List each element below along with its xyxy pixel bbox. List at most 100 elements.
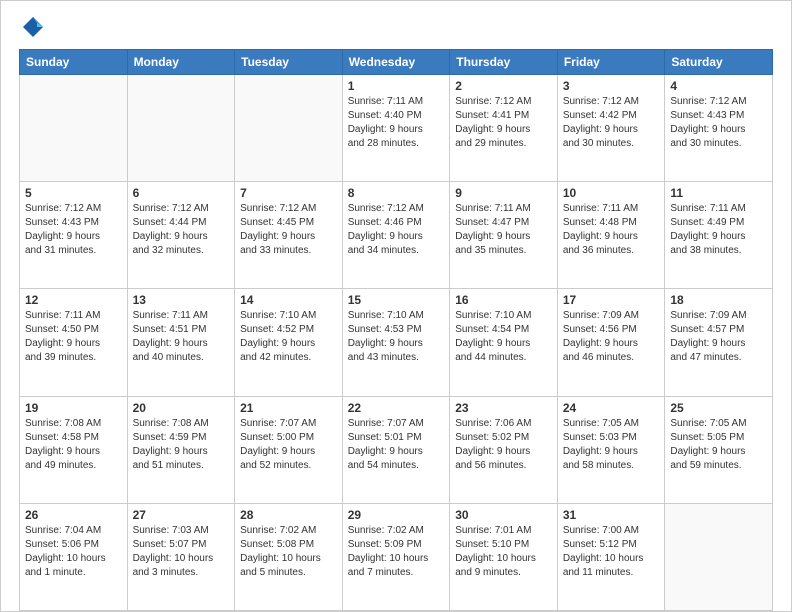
day-number: 27 — [133, 508, 230, 522]
calendar-cell: 31 Sunrise: 7:00 AM Sunset: 5:12 PM Dayli… — [557, 503, 665, 610]
day-info: Sunrise: 7:10 AM Sunset: 4:54 PM Dayligh… — [455, 309, 552, 365]
day-info: Sunrise: 7:12 AM Sunset: 4:43 PM Dayligh… — [670, 95, 767, 151]
logo-icon — [19, 13, 47, 41]
day-info: Sunrise: 7:05 AM Sunset: 5:03 PM Dayligh… — [563, 417, 660, 473]
calendar-cell: 20Sunrise: 7:08 AM Sunset: 4:59 PM Dayli… — [127, 396, 235, 503]
days-of-week-row: SundayMondayTuesdayWednesdayThursdayFrid… — [20, 50, 773, 75]
day-of-week-header: Thursday — [450, 50, 558, 75]
day-info: Sunrise: 7:04 AM Sunset: 5:06 PM Dayligh… — [25, 524, 122, 580]
calendar-table: SundayMondayTuesdayWednesdayThursdayFrid… — [19, 49, 773, 611]
calendar-cell: 27 Sunrise: 7:03 AM Sunset: 5:07 PM Dayli… — [127, 503, 235, 610]
calendar-cell: 17 Sunrise: 7:09 AM Sunset: 4:56 PM Dayli… — [557, 289, 665, 396]
logo — [19, 13, 51, 41]
day-info: Sunrise: 7:12 AM Sunset: 4:41 PM Dayligh… — [455, 95, 552, 151]
calendar-cell — [665, 503, 773, 610]
day-number: 13 — [133, 293, 230, 307]
day-info: Sunrise: 7:10 AM Sunset: 4:53 PM Dayligh… — [348, 309, 445, 365]
day-number: 28 — [240, 508, 337, 522]
day-number: 14 — [240, 293, 337, 307]
day-number: 8 — [348, 186, 445, 200]
calendar-page: SundayMondayTuesdayWednesdayThursdayFrid… — [0, 0, 792, 612]
day-number: 16 — [455, 293, 552, 307]
calendar-cell: 22 Sunrise: 7:07 AM Sunset: 5:01 PM Dayli… — [342, 396, 450, 503]
day-info: Sunrise: 7:10 AM Sunset: 4:52 PM Dayligh… — [240, 309, 337, 365]
day-info: Sunrise: 7:12 AM Sunset: 4:44 PM Dayligh… — [133, 202, 230, 258]
calendar-cell: 23 Sunrise: 7:06 AM Sunset: 5:02 PM Dayli… — [450, 396, 558, 503]
calendar-header — [1, 1, 791, 49]
calendar-cell: 18Sunrise: 7:09 AM Sunset: 4:57 PM Dayli… — [665, 289, 773, 396]
calendar-cell: 3 Sunrise: 7:12 AM Sunset: 4:42 PM Daylig… — [557, 75, 665, 182]
calendar-cell: 16 Sunrise: 7:10 AM Sunset: 4:54 PM Dayli… — [450, 289, 558, 396]
day-number: 26 — [25, 508, 122, 522]
day-number: 22 — [348, 401, 445, 415]
calendar-body: 1 Sunrise: 7:11 AM Sunset: 4:40 PM Daylig… — [20, 75, 773, 611]
day-number: 1 — [348, 79, 445, 93]
calendar-cell: 7 Sunrise: 7:12 AM Sunset: 4:45 PM Daylig… — [235, 182, 343, 289]
day-info: Sunrise: 7:00 AM Sunset: 5:12 PM Dayligh… — [563, 524, 660, 580]
calendar-cell: 1 Sunrise: 7:11 AM Sunset: 4:40 PM Daylig… — [342, 75, 450, 182]
day-number: 12 — [25, 293, 122, 307]
day-info: Sunrise: 7:12 AM Sunset: 4:45 PM Dayligh… — [240, 202, 337, 258]
day-info: Sunrise: 7:07 AM Sunset: 5:01 PM Dayligh… — [348, 417, 445, 473]
day-of-week-header: Friday — [557, 50, 665, 75]
day-info: Sunrise: 7:11 AM Sunset: 4:51 PM Dayligh… — [133, 309, 230, 365]
day-info: Sunrise: 7:11 AM Sunset: 4:48 PM Dayligh… — [563, 202, 660, 258]
calendar-cell: 30Sunrise: 7:01 AM Sunset: 5:10 PM Dayli… — [450, 503, 558, 610]
day-of-week-header: Tuesday — [235, 50, 343, 75]
day-number: 23 — [455, 401, 552, 415]
day-info: Sunrise: 7:12 AM Sunset: 4:46 PM Dayligh… — [348, 202, 445, 258]
day-number: 31 — [563, 508, 660, 522]
calendar-cell: 11 Sunrise: 7:11 AM Sunset: 4:49 PM Dayli… — [665, 182, 773, 289]
calendar-cell: 26 Sunrise: 7:04 AM Sunset: 5:06 PM Dayli… — [20, 503, 128, 610]
day-number: 9 — [455, 186, 552, 200]
day-info: Sunrise: 7:11 AM Sunset: 4:50 PM Dayligh… — [25, 309, 122, 365]
day-info: Sunrise: 7:11 AM Sunset: 4:49 PM Dayligh… — [670, 202, 767, 258]
calendar-header-row: SundayMondayTuesdayWednesdayThursdayFrid… — [20, 50, 773, 75]
day-info: Sunrise: 7:12 AM Sunset: 4:42 PM Dayligh… — [563, 95, 660, 151]
day-number: 10 — [563, 186, 660, 200]
calendar-week-row: 5 Sunrise: 7:12 AM Sunset: 4:43 PM Daylig… — [20, 182, 773, 289]
calendar-cell: 28 Sunrise: 7:02 AM Sunset: 5:08 PM Dayli… — [235, 503, 343, 610]
day-number: 17 — [563, 293, 660, 307]
calendar-cell: 6 Sunrise: 7:12 AM Sunset: 4:44 PM Daylig… — [127, 182, 235, 289]
day-info: Sunrise: 7:02 AM Sunset: 5:09 PM Dayligh… — [348, 524, 445, 580]
day-number: 3 — [563, 79, 660, 93]
day-number: 29 — [348, 508, 445, 522]
day-of-week-header: Sunday — [20, 50, 128, 75]
day-info: Sunrise: 7:03 AM Sunset: 5:07 PM Dayligh… — [133, 524, 230, 580]
day-number: 5 — [25, 186, 122, 200]
calendar-week-row: 1 Sunrise: 7:11 AM Sunset: 4:40 PM Daylig… — [20, 75, 773, 182]
day-info: Sunrise: 7:09 AM Sunset: 4:56 PM Dayligh… — [563, 309, 660, 365]
calendar-cell: 24 Sunrise: 7:05 AM Sunset: 5:03 PM Dayli… — [557, 396, 665, 503]
day-info: Sunrise: 7:02 AM Sunset: 5:08 PM Dayligh… — [240, 524, 337, 580]
calendar-cell: 21 Sunrise: 7:07 AM Sunset: 5:00 PM Dayli… — [235, 396, 343, 503]
day-number: 24 — [563, 401, 660, 415]
day-info: Sunrise: 7:06 AM Sunset: 5:02 PM Dayligh… — [455, 417, 552, 473]
day-number: 6 — [133, 186, 230, 200]
calendar-cell: 19Sunrise: 7:08 AM Sunset: 4:58 PM Dayli… — [20, 396, 128, 503]
day-of-week-header: Saturday — [665, 50, 773, 75]
day-number: 21 — [240, 401, 337, 415]
day-info: Sunrise: 7:11 AM Sunset: 4:47 PM Dayligh… — [455, 202, 552, 258]
calendar-cell: 5 Sunrise: 7:12 AM Sunset: 4:43 PM Daylig… — [20, 182, 128, 289]
day-number: 2 — [455, 79, 552, 93]
day-number: 25 — [670, 401, 767, 415]
day-of-week-header: Monday — [127, 50, 235, 75]
day-number: 7 — [240, 186, 337, 200]
day-of-week-header: Wednesday — [342, 50, 450, 75]
day-number: 4 — [670, 79, 767, 93]
calendar-cell: 10 Sunrise: 7:11 AM Sunset: 4:48 PM Dayli… — [557, 182, 665, 289]
calendar-cell: 15Sunrise: 7:10 AM Sunset: 4:53 PM Dayli… — [342, 289, 450, 396]
calendar-cell: 14 Sunrise: 7:10 AM Sunset: 4:52 PM Dayli… — [235, 289, 343, 396]
day-number: 19 — [25, 401, 122, 415]
calendar-week-row: 19Sunrise: 7:08 AM Sunset: 4:58 PM Dayli… — [20, 396, 773, 503]
day-info: Sunrise: 7:11 AM Sunset: 4:40 PM Dayligh… — [348, 95, 445, 151]
day-number: 11 — [670, 186, 767, 200]
day-info: Sunrise: 7:08 AM Sunset: 4:59 PM Dayligh… — [133, 417, 230, 473]
calendar-cell: 8 Sunrise: 7:12 AM Sunset: 4:46 PM Daylig… — [342, 182, 450, 289]
day-info: Sunrise: 7:12 AM Sunset: 4:43 PM Dayligh… — [25, 202, 122, 258]
day-info: Sunrise: 7:07 AM Sunset: 5:00 PM Dayligh… — [240, 417, 337, 473]
calendar-cell — [235, 75, 343, 182]
day-info: Sunrise: 7:05 AM Sunset: 5:05 PM Dayligh… — [670, 417, 767, 473]
calendar-cell — [127, 75, 235, 182]
